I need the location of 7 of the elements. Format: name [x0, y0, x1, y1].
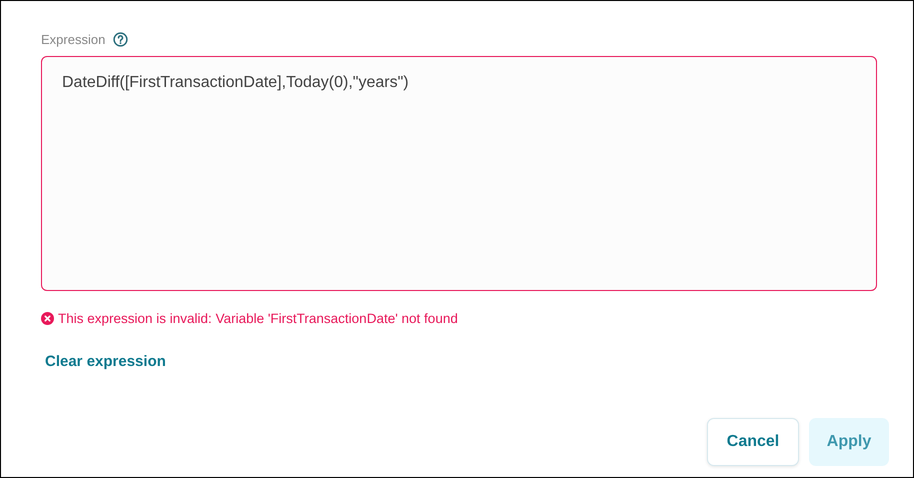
error-icon [41, 312, 54, 326]
error-message: This expression is invalid: Variable 'FirstTransactionDate' not found [58, 310, 458, 328]
help-icon[interactable] [113, 32, 128, 48]
expression-field[interactable]: DateDiff([FirstTransactionDate],Today(0),"years") [41, 56, 877, 290]
field-label: Expression [41, 31, 106, 49]
cancel-button[interactable]: Cancel [707, 418, 799, 466]
clear-expression-link[interactable]: Clear expression [45, 350, 166, 374]
